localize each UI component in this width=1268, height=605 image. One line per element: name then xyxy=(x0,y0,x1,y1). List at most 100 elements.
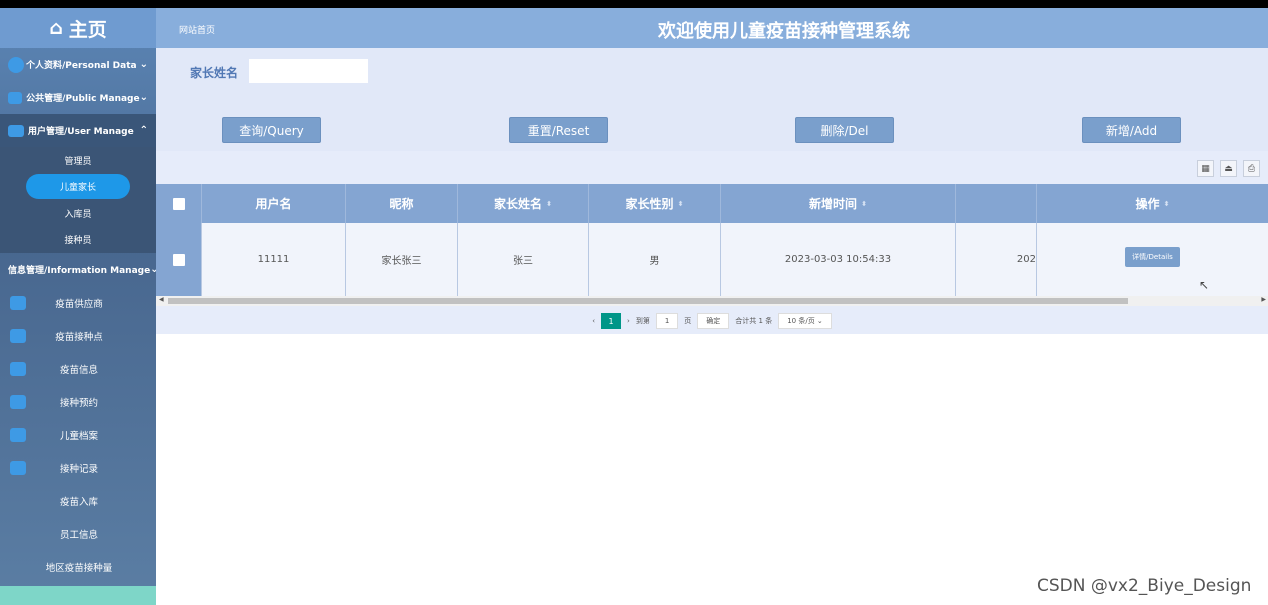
table-header: 用户名 昵称 家长姓名 ⬍ 家长性别 ⬍ 新增时间 ⬍ 操作 ⬍ xyxy=(156,184,1268,223)
sidebar-item-record[interactable]: 接种记录 xyxy=(0,451,156,484)
scroll-right-icon[interactable]: ▶ xyxy=(1261,296,1266,303)
parent-name-label: 家长姓名 xyxy=(190,66,239,80)
sort-icon[interactable]: ⬍ xyxy=(1164,200,1170,208)
info-item-label: 员工信息 xyxy=(59,529,98,541)
menu-label: 信息管理/Information Manage xyxy=(8,266,151,276)
export-icon[interactable]: ⏏ xyxy=(1220,160,1237,177)
table-toolbar: ▦ ⏏ ⎙ xyxy=(1197,160,1260,177)
tag-icon xyxy=(10,328,26,343)
list-icon xyxy=(8,91,23,104)
delete-button[interactable]: 删除/Del xyxy=(795,117,894,143)
cell-extra: 202 xyxy=(956,223,1037,296)
sidebar-item-appointment[interactable]: 接种预约 xyxy=(0,385,156,418)
col-actions[interactable]: 操作 ⬍ xyxy=(1037,184,1268,223)
column-label: 操作 xyxy=(1135,197,1160,211)
cell-gender: 男 xyxy=(589,223,721,296)
briefcase-icon xyxy=(10,394,26,409)
cell-parent-name: 张三 xyxy=(458,223,589,296)
col-nickname: 昵称 xyxy=(346,184,458,223)
menu-label: 用户管理/User Manage xyxy=(28,127,134,137)
data-table: ▦ ⏏ ⎙ 用户名 昵称 家长姓名 ⬍ 家长性别 ⬍ 新增时间 ⬍ 操作 ⬍ 11111… xyxy=(156,151,1268,334)
column-label: 昵称 xyxy=(389,197,414,211)
sidebar-item-region-stats[interactable]: 地区疫苗接种量 xyxy=(0,550,156,583)
mouse-pointer-icon: ↖ xyxy=(1199,278,1210,292)
people-icon xyxy=(10,361,26,376)
sidebar-next-item[interactable] xyxy=(0,586,156,605)
col-parent-name[interactable]: 家长姓名 ⬍ xyxy=(458,184,589,223)
add-button[interactable]: 新增/Add xyxy=(1082,117,1181,143)
goto-label: 到第 xyxy=(635,317,650,325)
sub-item-label: 接种员 xyxy=(64,236,92,247)
query-button[interactable]: 查询/Query xyxy=(222,117,321,143)
sidebar: ⌂ 主页 个人资料/Personal Data ⌄ 公共管理/Public Ma… xyxy=(0,8,156,605)
select-all-checkbox[interactable] xyxy=(172,197,185,210)
home-icon: ⌂ xyxy=(49,17,63,39)
page-suffix: 页 xyxy=(684,317,692,325)
info-item-label: 疫苗入库 xyxy=(59,496,98,508)
sidebar-item-parent[interactable]: 儿童家长 xyxy=(0,174,156,201)
goto-page-input[interactable]: 1 xyxy=(655,313,679,329)
user-submenu: 管理员 儿童家长 入库员 接种员 xyxy=(0,147,156,253)
row-checkbox[interactable] xyxy=(172,253,185,266)
menu-personal-data[interactable]: 个人资料/Personal Data ⌄ xyxy=(0,48,156,81)
search-panel: 家长姓名 查询/Query 重置/Reset 删除/Del 新增/Add xyxy=(156,48,1268,151)
sidebar-home-label: 主页 xyxy=(68,18,107,41)
page-size-value: 10 条/页 xyxy=(787,317,815,325)
page-number-current[interactable]: 1 xyxy=(601,313,622,329)
watermark: CSDN @vx2_Biye_Design xyxy=(1037,576,1252,596)
total-count: 合计共 1 条 xyxy=(735,317,773,325)
reset-button[interactable]: 重置/Reset xyxy=(509,117,608,143)
top-border xyxy=(0,0,1268,8)
menu-user-manage[interactable]: 用户管理/User Manage ⌃ xyxy=(0,114,156,147)
parent-name-input[interactable] xyxy=(249,59,368,83)
scroll-thumb[interactable] xyxy=(168,298,1128,304)
column-label: 新增时间 xyxy=(809,197,858,211)
scroll-left-icon[interactable]: ◀ xyxy=(159,296,164,303)
id-card-icon xyxy=(8,124,24,137)
sidebar-item-storekeeper[interactable]: 入库员 xyxy=(0,200,156,227)
details-button[interactable]: 详情/Details xyxy=(1125,247,1180,267)
menu-label: 个人资料/Personal Data xyxy=(26,61,137,71)
menu-label: 公共管理/Public Manage xyxy=(26,94,140,104)
chevron-down-icon: ⌄ xyxy=(139,59,148,70)
user-icon xyxy=(8,56,24,73)
sort-icon[interactable]: ⬍ xyxy=(546,200,552,208)
chevron-up-icon: ⌃ xyxy=(139,125,148,136)
sidebar-item-vaccinator[interactable]: 接种员 xyxy=(0,227,156,254)
sidebar-item-admin[interactable]: 管理员 xyxy=(0,147,156,174)
horizontal-scrollbar[interactable]: ◀ ▶ xyxy=(156,296,1268,306)
menu-public-manage[interactable]: 公共管理/Public Manage ⌄ xyxy=(0,81,156,114)
sidebar-item-vaccine[interactable]: 疫苗信息 xyxy=(0,352,156,385)
sub-item-label: 管理员 xyxy=(64,156,92,167)
export-icon xyxy=(10,460,26,475)
col-created[interactable]: 新增时间 ⬍ xyxy=(721,184,956,223)
book-icon xyxy=(10,427,26,442)
sort-icon[interactable]: ⬍ xyxy=(678,200,684,208)
sidebar-item-site[interactable]: 疫苗接种点 xyxy=(0,319,156,352)
next-page-icon[interactable]: › xyxy=(627,317,630,325)
col-gender[interactable]: 家长性别 ⬍ xyxy=(589,184,721,223)
header: 网站首页 欢迎使用儿童疫苗接种管理系统 xyxy=(156,8,1268,48)
prev-page-icon[interactable]: ‹ xyxy=(592,317,595,325)
column-label: 家长姓名 xyxy=(494,197,543,211)
sort-icon[interactable]: ⬍ xyxy=(861,200,867,208)
cell-actions: 详情/Details xyxy=(1037,223,1268,296)
info-item-label: 地区疫苗接种量 xyxy=(45,562,113,574)
sidebar-home[interactable]: ⌂ 主页 xyxy=(0,8,156,48)
columns-icon[interactable]: ▦ xyxy=(1197,160,1214,177)
goto-confirm-button[interactable]: 确定 xyxy=(697,313,730,329)
cell-username: 11111 xyxy=(202,223,346,296)
cell-nickname: 家长张三 xyxy=(346,223,458,296)
sidebar-item-stock-in[interactable]: 疫苗入库 xyxy=(0,484,156,517)
sidebar-item-supplier[interactable]: 疫苗供应商 xyxy=(0,286,156,319)
sidebar-item-archive[interactable]: 儿童档案 xyxy=(0,418,156,451)
print-icon[interactable]: ⎙ xyxy=(1243,160,1260,177)
pagination: ‹ 1 › 到第 1 页 确定 合计共 1 条 10 条/页 ⌄ xyxy=(156,311,1268,331)
cell-created: 2023-03-03 10:54:33 xyxy=(721,223,956,296)
menu-information-manage[interactable]: 信息管理/Information Manage ⌄ xyxy=(0,253,156,286)
page-size-select[interactable]: 10 条/页 ⌄ xyxy=(778,313,832,329)
sub-item-label: 入库员 xyxy=(64,209,92,220)
sidebar-item-staff[interactable]: 员工信息 xyxy=(0,517,156,550)
column-label: 家长性别 xyxy=(625,197,674,211)
chevron-down-icon: ⌄ xyxy=(139,92,148,103)
